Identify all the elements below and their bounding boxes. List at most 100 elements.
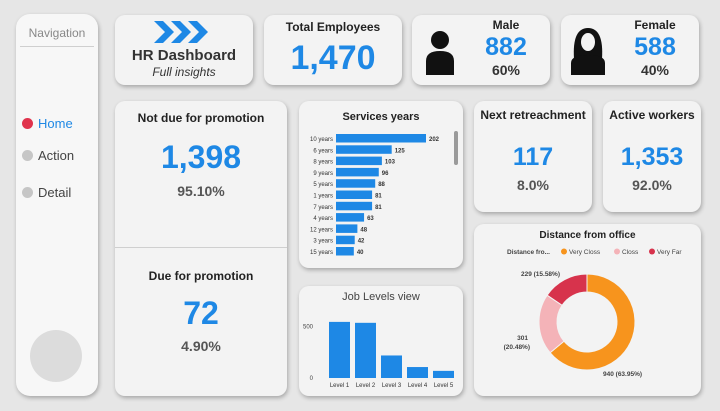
- services-category-label: 12 years: [310, 227, 333, 233]
- nav-dot-icon: [22, 187, 33, 198]
- female-card: Female 588 40%: [561, 15, 699, 85]
- distance-title: Distance from office: [539, 230, 636, 241]
- male-person-icon: [426, 31, 454, 75]
- job-level-x-label: Level 1: [330, 383, 350, 389]
- services-value-label: 202: [429, 137, 440, 143]
- services-scrollbar[interactable]: [454, 131, 458, 165]
- services-bar: [336, 247, 354, 256]
- services-value-label: 48: [360, 227, 367, 233]
- total-employees-title: Total Employees: [285, 20, 381, 34]
- female-percent: 40%: [640, 62, 670, 78]
- active-workers-title: Active workers: [609, 108, 695, 122]
- female-value: 588: [634, 33, 676, 61]
- header-card: HR Dashboard Full insights: [115, 15, 253, 85]
- services-bar: [336, 167, 379, 177]
- services-value-label: 81: [375, 194, 382, 200]
- not-due-title: Not due for promotion: [137, 111, 265, 125]
- job-levels-card: Job Levels view 0 500 Level 1 Level 2 Level …: [299, 286, 463, 396]
- job-levels-y-tick: 0: [310, 376, 314, 382]
- services-value-label: 81: [375, 205, 382, 211]
- job-levels-y-tick: 500: [303, 324, 314, 330]
- nav-item-label: Detail: [38, 185, 72, 200]
- due-value: 72: [183, 295, 219, 331]
- distance-card: Distance from office Distance fro... Very …: [474, 224, 701, 396]
- female-title: Female: [634, 18, 676, 32]
- services-category-label: 6 years: [313, 148, 333, 154]
- retrenchment-title: Next retreachment: [480, 108, 586, 122]
- job-level-x-label: Level 3: [382, 383, 402, 389]
- services-category-label: 10 years: [310, 137, 333, 143]
- nav-item-detail[interactable]: Detail: [22, 185, 71, 200]
- retrenchment-percent: 8.0%: [517, 177, 549, 193]
- services-category-label: 4 years: [313, 216, 333, 222]
- services-value-label: 125: [395, 148, 406, 154]
- job-level-bar: [329, 321, 350, 378]
- services-category-label: 8 years: [313, 160, 333, 166]
- nav-item-label: Action: [38, 148, 75, 163]
- chevrons-logo-icon: [154, 21, 208, 43]
- promotion-divider: [115, 247, 287, 248]
- distance-chart: Distance from office Distance fro... Very …: [504, 230, 683, 378]
- active-workers-card: Active workers 1,353 92.0%: [603, 101, 701, 212]
- nav-dot-icon: [22, 150, 33, 161]
- services-bar: [336, 201, 373, 211]
- nav-circle-button[interactable]: [30, 330, 82, 382]
- job-level-bar: [381, 355, 402, 378]
- slice-data-label: 301: [517, 335, 528, 342]
- services-value-label: 42: [358, 239, 365, 245]
- services-bar: [336, 156, 382, 166]
- slice-data-label: 940 (63.95%): [603, 371, 642, 378]
- due-title: Due for promotion: [148, 269, 254, 283]
- promotion-card: Not due for promotion 1,398 95.10% Due f…: [115, 101, 287, 396]
- services-category-label: 1 years: [313, 194, 333, 200]
- legend-label: Very Closs: [569, 249, 601, 256]
- job-levels-chart: 0 500 Level 1 Level 2 Level 3 Level 4 Level 5: [303, 321, 454, 389]
- legend-marker: [649, 248, 655, 255]
- job-level-x-label: Level 4: [408, 383, 428, 389]
- nav-dot-icon: [22, 118, 33, 129]
- services-value-label: 88: [378, 182, 385, 188]
- services-years-chart: 10 years 202 6 years 125 8 years 103 9 years 96…: [310, 134, 440, 256]
- retrenchment-value: 117: [512, 143, 554, 171]
- legend-marker: [561, 248, 567, 255]
- legend-label: Closs: [622, 249, 639, 256]
- services-category-label: 7 years: [313, 205, 333, 211]
- not-due-value: 1,398: [160, 139, 242, 175]
- nav-item-home[interactable]: Home: [22, 116, 73, 131]
- services-bar: [336, 190, 373, 199]
- services-bar: [336, 224, 358, 233]
- job-level-bar: [355, 322, 376, 378]
- total-employees-value: 1,470: [290, 39, 376, 77]
- services-category-label: 3 years: [313, 239, 333, 245]
- male-percent: 60%: [491, 62, 521, 78]
- services-bar: [336, 134, 426, 143]
- job-level-x-label: Level 2: [356, 383, 376, 389]
- active-workers-percent: 92.0%: [632, 177, 672, 193]
- slice-data-label: 229 (15.58%): [521, 271, 560, 278]
- services-category-label: 9 years: [313, 171, 333, 177]
- job-level-bar: [407, 367, 428, 378]
- navigation-title: Navigation: [28, 26, 86, 40]
- nav-item-label: Home: [38, 116, 73, 131]
- dashboard-title: HR Dashboard: [131, 47, 237, 64]
- active-workers-value: 1,353: [620, 143, 684, 171]
- job-level-bar: [433, 370, 454, 378]
- services-bar: [336, 179, 376, 188]
- dashboard-subtitle: Full insights: [152, 65, 216, 79]
- due-percent: 4.90%: [181, 338, 221, 354]
- male-value: 882: [485, 33, 527, 61]
- male-title: Male: [492, 18, 520, 32]
- legend-label: Very Far: [657, 249, 682, 256]
- job-level-x-label: Level 5: [434, 383, 454, 389]
- nav-item-action[interactable]: Action: [22, 148, 74, 163]
- services-value-label: 96: [382, 171, 389, 177]
- total-employees-card: Total Employees 1,470: [264, 15, 402, 85]
- navigation-panel: Navigation Home Action Detail: [16, 14, 98, 396]
- services-category-label: 5 years: [313, 182, 333, 188]
- legend-marker: [614, 248, 620, 255]
- not-due-percent: 95.10%: [177, 183, 225, 199]
- services-bar: [336, 235, 355, 245]
- services-value-label: 63: [367, 216, 374, 222]
- male-card: Male 882 60%: [412, 15, 550, 85]
- services-bar: [336, 145, 392, 154]
